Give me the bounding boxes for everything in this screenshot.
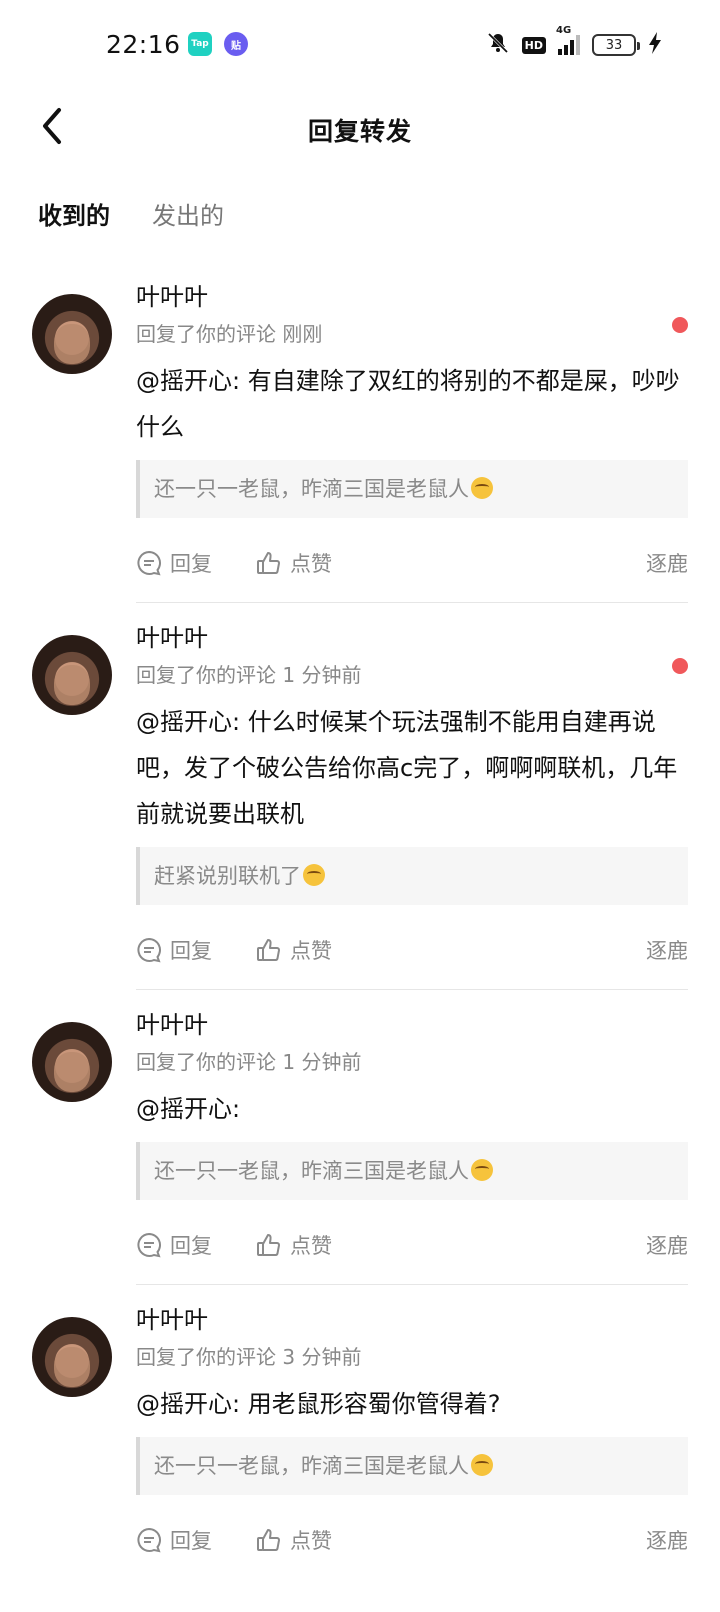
thumbs-up-icon <box>256 937 282 963</box>
reply-content[interactable]: @摇开心: <box>136 1086 688 1132</box>
quoted-comment[interactable]: 还一只一老鼠，昨滴三国是老鼠人 <box>136 1437 688 1495</box>
quoted-text: 还一只一老鼠，昨滴三国是老鼠人 <box>154 1159 469 1183</box>
mute-bell-icon <box>486 31 510 59</box>
reply-content[interactable]: @摇开心: 什么时候某个玩法强制不能用自建再说吧，发了个破公告给你高c完了，啊啊… <box>136 699 688 837</box>
action-bar: 回复 点赞 逐鹿 <box>136 911 688 989</box>
source-link[interactable]: 逐鹿 <box>646 1525 688 1555</box>
user-name[interactable]: 叶叶叶 <box>136 282 688 312</box>
avatar[interactable] <box>32 294 112 374</box>
signal-icon: 4G <box>556 25 580 55</box>
action-bar: 回复 点赞 逐鹿 <box>136 524 688 602</box>
status-bar: 22:16 Tap 贴 HD 4G 33 <box>0 0 720 90</box>
avatar[interactable] <box>32 1022 112 1102</box>
emoji-icon <box>303 864 325 886</box>
like-button[interactable]: 点赞 <box>256 935 332 965</box>
divider <box>136 602 688 603</box>
tap-app-icon: Tap <box>188 32 212 56</box>
reply-label: 回复 <box>170 552 212 576</box>
hd-icon: HD <box>521 36 546 54</box>
list-item[interactable]: 叶叶叶 回复了你的评论 3 分钟前 @摇开心: 用老鼠形容蜀你管得着? 还一只一… <box>0 1305 720 1579</box>
emoji-icon <box>471 1454 493 1476</box>
tab-received[interactable]: 收到的 <box>38 196 110 250</box>
page-title: 回复转发 <box>307 117 412 146</box>
quoted-comment[interactable]: 还一只一老鼠，昨滴三国是老鼠人 <box>136 1142 688 1200</box>
status-time: 22:16 <box>106 30 181 59</box>
quoted-text: 还一只一老鼠，昨滴三国是老鼠人 <box>154 1454 469 1478</box>
source-link[interactable]: 逐鹿 <box>646 548 688 578</box>
thumbs-up-icon <box>256 1232 282 1258</box>
reply-button[interactable]: 回复 <box>136 1230 256 1260</box>
reply-meta: 回复了你的评论 刚刚 <box>136 322 323 346</box>
user-name[interactable]: 叶叶叶 <box>136 1010 688 1040</box>
like-button[interactable]: 点赞 <box>256 1525 332 1555</box>
tieba-app-icon: 贴 <box>224 32 248 56</box>
action-bar: 回复 点赞 逐鹿 <box>136 1501 688 1579</box>
unread-dot <box>672 658 688 674</box>
reply-button[interactable]: 回复 <box>136 548 256 578</box>
emoji-icon <box>471 477 493 499</box>
comment-bubble-icon <box>136 937 162 963</box>
divider <box>136 989 688 990</box>
thumbs-up-icon <box>256 1527 282 1553</box>
like-button[interactable]: 点赞 <box>256 1230 332 1260</box>
like-label: 点赞 <box>290 1234 332 1258</box>
status-indicators: HD 4G 33 <box>486 25 662 60</box>
reply-label: 回复 <box>170 939 212 963</box>
like-button[interactable]: 点赞 <box>256 548 332 578</box>
charging-bolt-icon <box>648 31 662 59</box>
tab-sent[interactable]: 发出的 <box>152 196 224 246</box>
reply-content[interactable]: @摇开心: 用老鼠形容蜀你管得着? <box>136 1381 688 1427</box>
page-header: 回复转发 <box>0 90 720 170</box>
battery-icon: 33 <box>592 34 640 56</box>
action-bar: 回复 点赞 逐鹿 <box>136 1206 688 1284</box>
reply-label: 回复 <box>170 1234 212 1258</box>
reply-label: 回复 <box>170 1529 212 1553</box>
source-link[interactable]: 逐鹿 <box>646 935 688 965</box>
unread-dot <box>672 317 688 333</box>
reply-content[interactable]: @摇开心: 有自建除了双红的将别的不都是屎，吵吵什么 <box>136 358 688 450</box>
user-name[interactable]: 叶叶叶 <box>136 1305 688 1335</box>
divider <box>136 1284 688 1285</box>
comment-bubble-icon <box>136 1232 162 1258</box>
reply-meta: 回复了你的评论 3 分钟前 <box>136 1345 362 1369</box>
quoted-text: 赶紧说别联机了 <box>154 864 301 888</box>
tab-bar: 收到的 发出的 <box>38 196 224 250</box>
reply-button[interactable]: 回复 <box>136 1525 256 1555</box>
source-link[interactable]: 逐鹿 <box>646 1230 688 1260</box>
reply-meta: 回复了你的评论 1 分钟前 <box>136 663 362 687</box>
avatar[interactable] <box>32 635 112 715</box>
like-label: 点赞 <box>290 552 332 576</box>
network-type-label: 4G <box>556 25 572 36</box>
user-name[interactable]: 叶叶叶 <box>136 623 688 653</box>
quoted-comment[interactable]: 还一只一老鼠，昨滴三国是老鼠人 <box>136 460 688 518</box>
reply-meta: 回复了你的评论 1 分钟前 <box>136 1050 362 1074</box>
emoji-icon <box>471 1159 493 1181</box>
like-label: 点赞 <box>290 939 332 963</box>
list-item[interactable]: 叶叶叶 回复了你的评论 1 分钟前 @摇开心: 还一只一老鼠，昨滴三国是老鼠人 … <box>0 1010 720 1285</box>
reply-button[interactable]: 回复 <box>136 935 256 965</box>
list-item[interactable]: 叶叶叶 回复了你的评论 刚刚 @摇开心: 有自建除了双红的将别的不都是屎，吵吵什… <box>0 282 720 603</box>
comment-bubble-icon <box>136 1527 162 1553</box>
reply-list: 叶叶叶 回复了你的评论 刚刚 @摇开心: 有自建除了双红的将别的不都是屎，吵吵什… <box>0 270 720 1579</box>
quoted-text: 还一只一老鼠，昨滴三国是老鼠人 <box>154 477 469 501</box>
thumbs-up-icon <box>256 550 282 576</box>
list-item[interactable]: 叶叶叶 回复了你的评论 1 分钟前 @摇开心: 什么时候某个玩法强制不能用自建再… <box>0 623 720 990</box>
avatar[interactable] <box>32 1317 112 1397</box>
quoted-comment[interactable]: 赶紧说别联机了 <box>136 847 688 905</box>
comment-bubble-icon <box>136 550 162 576</box>
like-label: 点赞 <box>290 1529 332 1553</box>
